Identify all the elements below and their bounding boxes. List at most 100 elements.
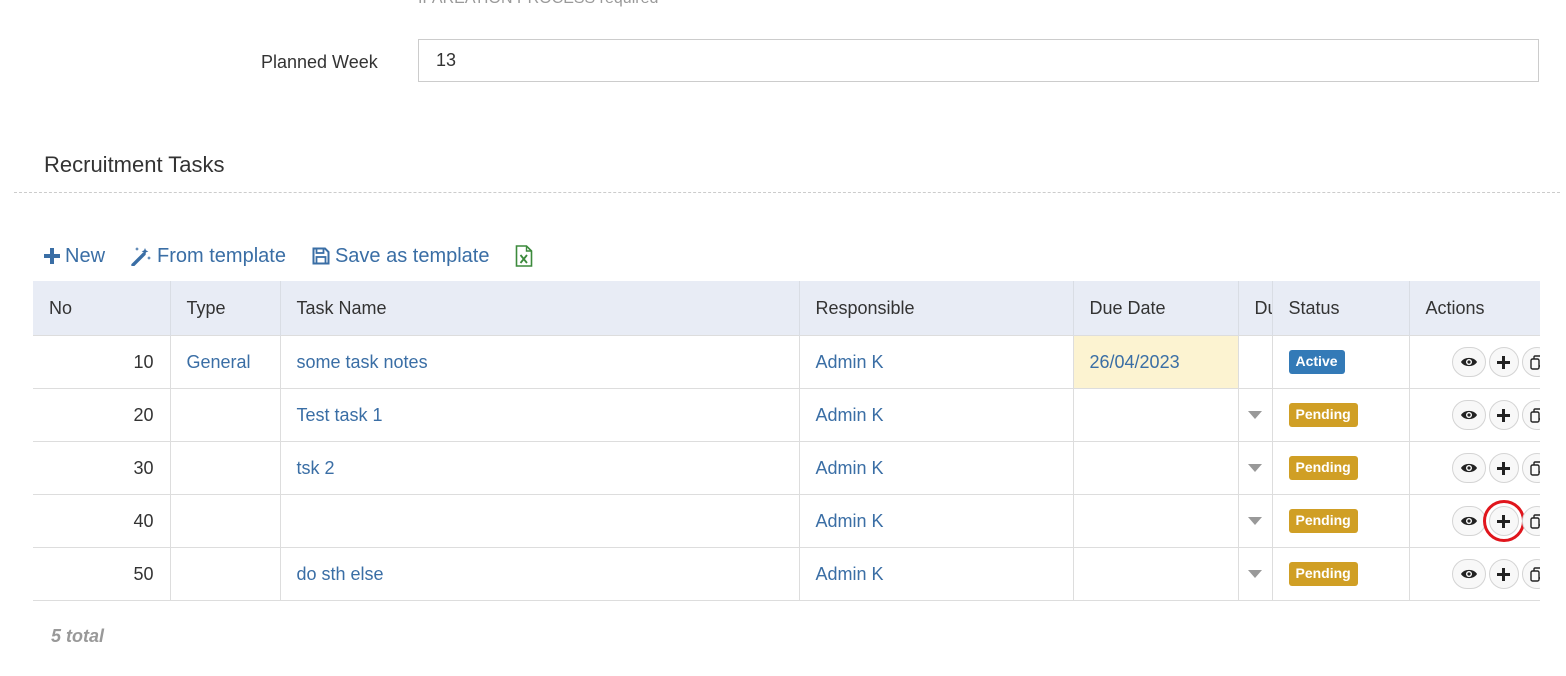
row-actions xyxy=(1426,400,1540,430)
truncated-field-text: IPAREATION PROCESS required xyxy=(418,0,658,8)
table-row: 10 General some task notes Admin K 26/04/202… xyxy=(33,335,1540,389)
cell-status: Pending xyxy=(1271,494,1409,548)
column-header-due-date[interactable]: Due Date xyxy=(1072,281,1238,336)
column-header-responsible[interactable]: Responsible xyxy=(798,281,1073,336)
copy-icon xyxy=(1529,460,1540,476)
new-task-label: New xyxy=(65,244,106,267)
cell-type[interactable] xyxy=(169,441,280,495)
cell-status: Active xyxy=(1271,335,1409,389)
copy-button[interactable] xyxy=(1521,559,1540,589)
column-header-task-name[interactable]: Task Name xyxy=(279,281,799,336)
cell-responsible[interactable]: Admin K xyxy=(798,335,1073,389)
status-badge: Active xyxy=(1288,350,1345,374)
cell-task-name[interactable]: Test task 1 xyxy=(279,388,799,442)
cell-task-name[interactable]: tsk 2 xyxy=(279,441,799,495)
view-button[interactable] xyxy=(1451,453,1486,483)
cell-du[interactable] xyxy=(1237,547,1272,601)
add-subtask-button[interactable] xyxy=(1488,347,1519,377)
section-title: Recruitment Tasks xyxy=(44,152,225,177)
cell-due-date[interactable]: 26/04/2023 xyxy=(1072,335,1238,389)
total-count: 5 total xyxy=(51,626,105,646)
magic-wand-icon xyxy=(131,246,152,266)
column-header-type[interactable]: Type xyxy=(169,281,280,336)
excel-export-icon xyxy=(515,245,533,267)
copy-icon xyxy=(1529,407,1540,423)
save-as-template-label: Save as template xyxy=(334,244,490,267)
eye-icon xyxy=(1460,569,1477,579)
cell-actions xyxy=(1408,441,1540,495)
plus-icon xyxy=(1497,567,1510,581)
cell-du[interactable] xyxy=(1237,494,1272,548)
add-subtask-button[interactable] xyxy=(1488,559,1519,589)
new-task-button[interactable]: New xyxy=(44,245,105,268)
cell-task-name[interactable]: some task notes xyxy=(279,335,799,389)
copy-icon xyxy=(1529,566,1540,582)
caret-down-icon[interactable] xyxy=(1248,570,1262,578)
cell-due-date[interactable] xyxy=(1072,388,1238,442)
plus-icon xyxy=(44,248,60,264)
cell-due-date[interactable] xyxy=(1072,494,1238,548)
cell-task-name[interactable]: do sth else xyxy=(279,547,799,601)
view-button[interactable] xyxy=(1451,400,1486,430)
cell-responsible[interactable]: Admin K xyxy=(798,494,1073,548)
column-header-du[interactable]: Du xyxy=(1237,281,1272,336)
row-actions xyxy=(1426,559,1540,589)
column-header-status[interactable]: Status xyxy=(1271,281,1409,336)
view-button[interactable] xyxy=(1451,559,1486,589)
section-divider xyxy=(14,192,1560,193)
copy-icon xyxy=(1529,354,1540,370)
cell-actions xyxy=(1408,547,1540,601)
table-body: 10 General some task notes Admin K 26/04/202… xyxy=(33,335,1540,601)
table-row: 20 Test task 1 Admin K Pending xyxy=(33,388,1540,442)
view-button[interactable] xyxy=(1451,347,1486,377)
from-template-button[interactable]: From template xyxy=(131,245,286,268)
cell-task-name[interactable] xyxy=(279,494,799,548)
cell-due-date[interactable] xyxy=(1072,547,1238,601)
eye-icon xyxy=(1460,357,1477,367)
eye-icon xyxy=(1460,516,1477,526)
cell-status: Pending xyxy=(1271,388,1409,442)
floppy-disk-icon xyxy=(312,247,330,265)
cell-responsible[interactable]: Admin K xyxy=(798,547,1073,601)
add-subtask-button[interactable] xyxy=(1488,453,1519,483)
cell-responsible[interactable]: Admin K xyxy=(798,388,1073,442)
cell-responsible[interactable]: Admin K xyxy=(798,441,1073,495)
copy-button[interactable] xyxy=(1521,400,1540,430)
copy-button[interactable] xyxy=(1521,453,1540,483)
cell-no: 40 xyxy=(33,494,170,548)
row-actions xyxy=(1426,453,1540,483)
status-badge: Pending xyxy=(1288,509,1358,533)
cell-due-date[interactable] xyxy=(1072,441,1238,495)
status-badge: Pending xyxy=(1288,562,1358,586)
column-header-actions: Actions xyxy=(1408,281,1540,336)
save-as-template-button[interactable]: Save as template xyxy=(312,244,490,268)
row-actions xyxy=(1426,347,1540,377)
export-excel-button[interactable] xyxy=(515,245,538,267)
eye-icon xyxy=(1460,410,1477,420)
add-subtask-button[interactable] xyxy=(1488,400,1519,430)
add-subtask-button[interactable] xyxy=(1482,500,1525,542)
task-toolbar: New From template Save as template xyxy=(44,240,538,272)
caret-down-icon[interactable] xyxy=(1248,517,1262,525)
table-row: 40 Admin K Pending xyxy=(33,494,1540,548)
cell-du xyxy=(1237,335,1272,389)
copy-button[interactable] xyxy=(1521,506,1540,536)
cell-du[interactable] xyxy=(1237,441,1272,495)
cell-type[interactable] xyxy=(169,547,280,601)
cell-actions xyxy=(1408,494,1540,548)
copy-button[interactable] xyxy=(1521,347,1540,377)
plus-icon xyxy=(1497,461,1510,475)
plus-icon xyxy=(1497,514,1510,528)
cell-type[interactable]: General xyxy=(169,335,280,389)
caret-down-icon[interactable] xyxy=(1248,411,1262,419)
tasks-table: No Type Task Name Responsible Due Date D… xyxy=(33,281,1540,601)
column-header-no[interactable]: No xyxy=(33,281,170,336)
cell-type[interactable] xyxy=(169,494,280,548)
planned-week-input[interactable] xyxy=(418,39,1539,82)
caret-down-icon[interactable] xyxy=(1248,464,1262,472)
cell-du[interactable] xyxy=(1237,388,1272,442)
plus-icon xyxy=(1497,408,1510,422)
cell-type[interactable] xyxy=(169,388,280,442)
cell-no: 30 xyxy=(33,441,170,495)
view-button[interactable] xyxy=(1451,506,1486,536)
